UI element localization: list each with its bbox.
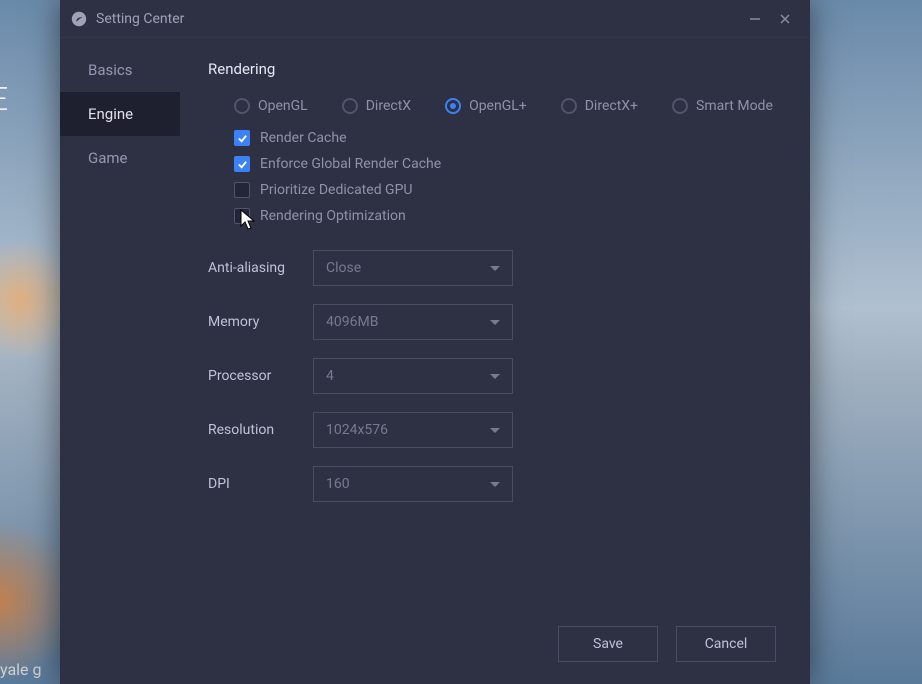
label-resolution: Resolution xyxy=(208,422,313,438)
dropdown-value: 4096MB xyxy=(326,314,378,330)
radio-dot-icon xyxy=(445,98,461,114)
row-processor: Processor 4 xyxy=(208,358,782,394)
dropdown-value: Close xyxy=(326,260,361,276)
sidebar-item-label: Engine xyxy=(88,105,133,123)
dropdown-anti-aliasing[interactable]: Close xyxy=(313,250,513,286)
row-anti-aliasing: Anti-aliasing Close xyxy=(208,250,782,286)
rendering-mode-radio-group: OpenGL DirectX OpenGL+ DirectX+ Smart Mo… xyxy=(234,98,782,114)
sidebar-item-engine[interactable]: Engine xyxy=(60,92,180,136)
radio-directx-plus[interactable]: DirectX+ xyxy=(561,98,638,114)
dropdown-value: 160 xyxy=(326,476,350,492)
footer: Save Cancel xyxy=(60,604,810,684)
checkbox-icon xyxy=(234,182,250,198)
chevron-down-icon xyxy=(490,482,500,487)
dropdown-value: 1024x576 xyxy=(326,422,388,438)
checkbox-rendering-optimization[interactable]: Rendering Optimization xyxy=(234,208,782,224)
chevron-down-icon xyxy=(490,428,500,433)
checkbox-render-cache[interactable]: Render Cache xyxy=(234,130,782,146)
background-bottom-text: yale g xyxy=(0,660,41,679)
sidebar: Basics Engine Game xyxy=(60,38,180,604)
sidebar-item-label: Basics xyxy=(88,61,133,79)
radio-smart-mode[interactable]: Smart Mode xyxy=(672,98,773,114)
window-title: Setting Center xyxy=(96,11,740,27)
settings-modal: Setting Center Basics Engine Game Render… xyxy=(60,0,810,684)
close-button[interactable] xyxy=(770,4,800,34)
checkbox-label: Enforce Global Render Cache xyxy=(260,156,441,172)
checkbox-enforce-global-render-cache[interactable]: Enforce Global Render Cache xyxy=(234,156,782,172)
radio-label: Smart Mode xyxy=(696,98,773,114)
sidebar-item-basics[interactable]: Basics xyxy=(60,48,180,92)
radio-opengl-plus[interactable]: OpenGL+ xyxy=(445,98,527,114)
cancel-button[interactable]: Cancel xyxy=(676,626,776,662)
label-anti-aliasing: Anti-aliasing xyxy=(208,260,313,276)
content-panel: Rendering OpenGL DirectX OpenGL+ DirectX… xyxy=(180,38,810,604)
section-title-rendering: Rendering xyxy=(208,60,782,78)
row-memory: Memory 4096MB xyxy=(208,304,782,340)
radio-opengl[interactable]: OpenGL xyxy=(234,98,308,114)
chevron-down-icon xyxy=(490,266,500,271)
row-dpi: DPI 160 xyxy=(208,466,782,502)
checkbox-icon xyxy=(234,208,250,224)
checkbox-icon xyxy=(234,156,250,172)
chevron-down-icon xyxy=(490,320,500,325)
radio-dot-icon xyxy=(672,98,688,114)
radio-dot-icon xyxy=(342,98,358,114)
dropdown-processor[interactable]: 4 xyxy=(313,358,513,394)
titlebar: Setting Center xyxy=(60,0,810,38)
checkbox-label: Render Cache xyxy=(260,130,347,146)
checkbox-prioritize-dedicated-gpu[interactable]: Prioritize Dedicated GPU xyxy=(234,182,782,198)
chevron-down-icon xyxy=(490,374,500,379)
dropdown-memory[interactable]: 4096MB xyxy=(313,304,513,340)
sidebar-item-game[interactable]: Game xyxy=(60,136,180,180)
radio-label: OpenGL+ xyxy=(469,98,527,114)
app-logo-icon xyxy=(70,10,88,28)
radio-label: DirectX+ xyxy=(585,98,638,114)
radio-directx[interactable]: DirectX xyxy=(342,98,411,114)
checkbox-label: Prioritize Dedicated GPU xyxy=(260,182,413,198)
radio-label: OpenGL xyxy=(258,98,308,114)
checkbox-label: Rendering Optimization xyxy=(260,208,406,224)
label-memory: Memory xyxy=(208,314,313,330)
dropdown-resolution[interactable]: 1024x576 xyxy=(313,412,513,448)
label-processor: Processor xyxy=(208,368,313,384)
dropdown-dpi[interactable]: 160 xyxy=(313,466,513,502)
save-button[interactable]: Save xyxy=(558,626,658,662)
radio-dot-icon xyxy=(234,98,250,114)
sidebar-item-label: Game xyxy=(88,149,128,167)
checkbox-icon xyxy=(234,130,250,146)
background-text: E xyxy=(0,80,10,118)
radio-dot-icon xyxy=(561,98,577,114)
row-resolution: Resolution 1024x576 xyxy=(208,412,782,448)
label-dpi: DPI xyxy=(208,476,313,492)
radio-label: DirectX xyxy=(366,98,411,114)
dropdown-value: 4 xyxy=(326,368,334,384)
minimize-button[interactable] xyxy=(740,4,770,34)
